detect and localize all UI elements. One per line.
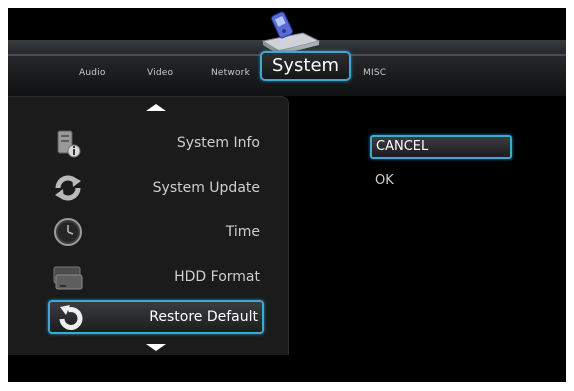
system-info-icon xyxy=(57,130,81,158)
scroll-up-arrow-icon[interactable] xyxy=(146,104,166,111)
clock-icon xyxy=(54,218,82,246)
menu-item-hdd-format[interactable]: HDD Format xyxy=(48,260,264,294)
menu-item-label: HDD Format xyxy=(174,269,260,285)
tv-screen: Audio Video Network MISC System System I… xyxy=(8,8,566,382)
menu-item-system-info[interactable]: System Info xyxy=(48,126,264,160)
menu-item-label: Time xyxy=(225,224,260,240)
menu-item-label: Restore Default xyxy=(149,309,258,325)
menu-item-restore-default[interactable]: Restore Default xyxy=(48,300,264,334)
menu-item-label: System Info xyxy=(176,135,260,151)
tab-network[interactable]: Network xyxy=(211,68,250,78)
tab-audio[interactable]: Audio xyxy=(79,68,106,78)
tab-system[interactable]: System xyxy=(260,51,351,81)
menu-item-time[interactable]: Time xyxy=(48,215,264,249)
ok-option[interactable]: OK xyxy=(375,173,394,188)
tab-misc[interactable]: MISC xyxy=(363,68,386,78)
cancel-option[interactable]: CANCEL xyxy=(370,135,512,159)
menu-item-system-update[interactable]: System Update xyxy=(48,171,264,205)
tab-video[interactable]: Video xyxy=(147,68,173,78)
scroll-down-arrow-icon[interactable] xyxy=(146,344,166,351)
menu-item-label: System Update xyxy=(152,180,260,196)
hdd-icon xyxy=(53,266,83,290)
refresh-icon xyxy=(55,175,81,201)
restore-icon xyxy=(59,305,83,330)
